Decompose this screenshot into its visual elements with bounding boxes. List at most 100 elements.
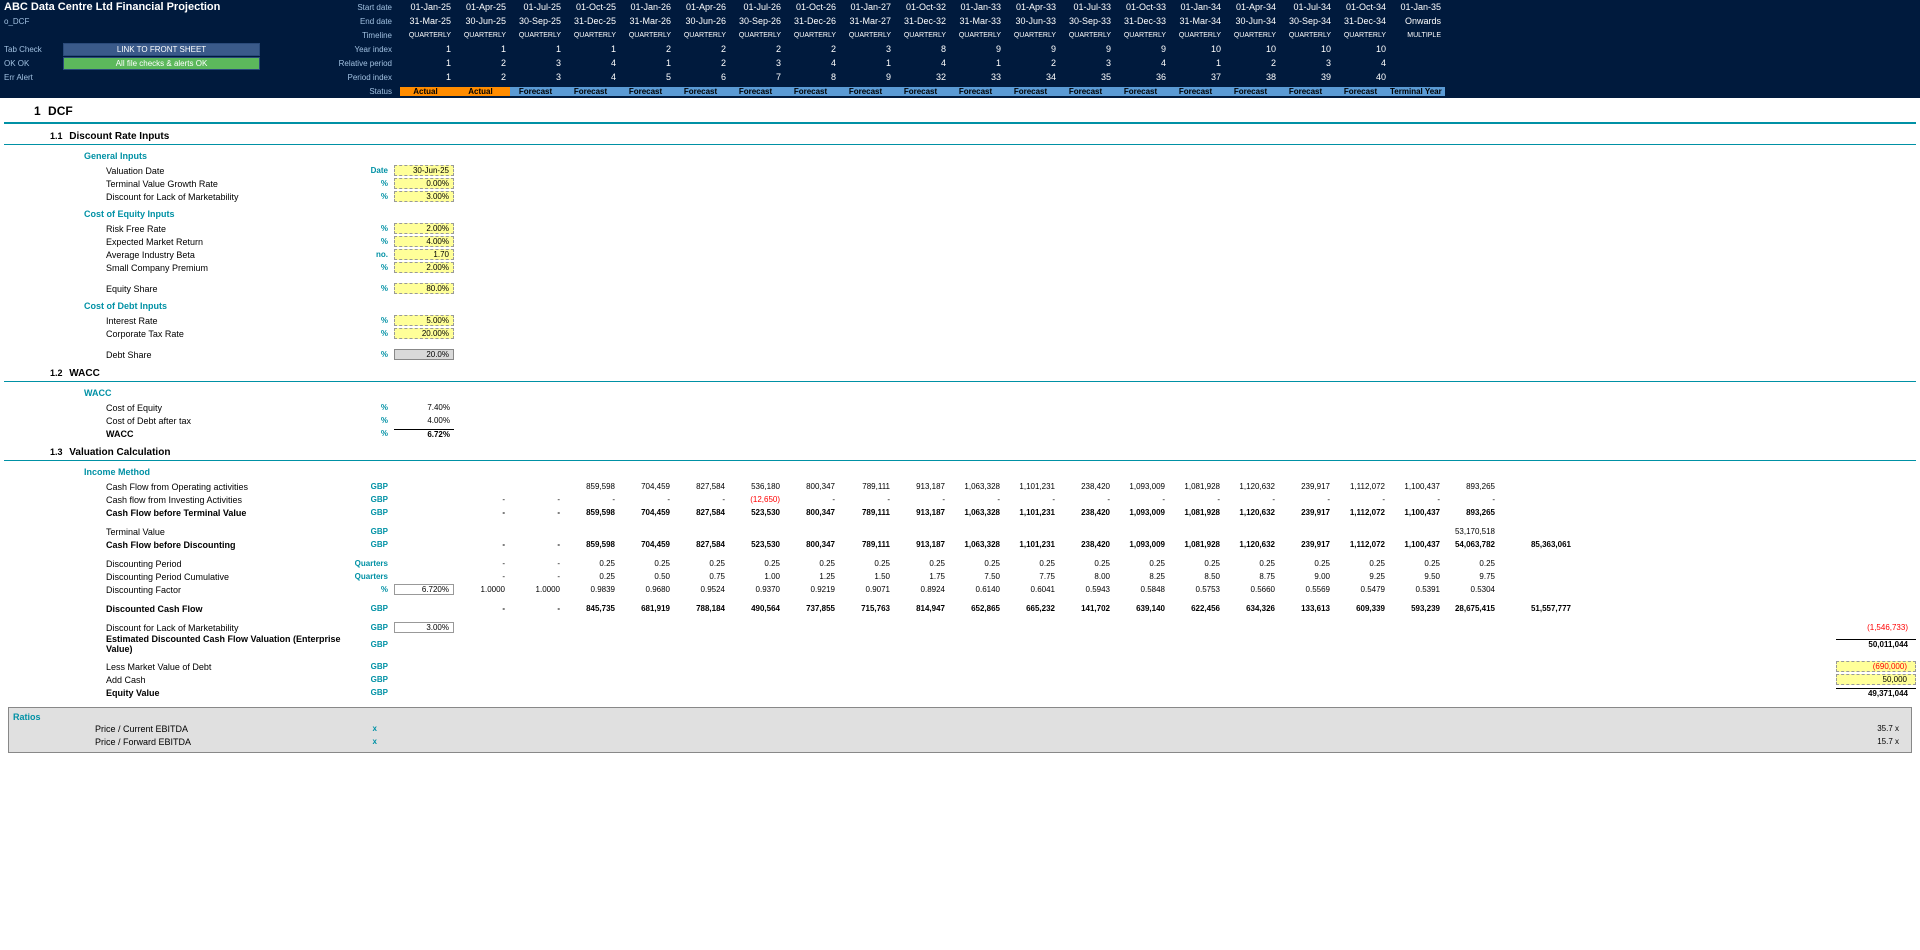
data-cell: 7.75 xyxy=(1004,572,1059,581)
data-cell: 893,265 xyxy=(1444,482,1499,491)
data-cell: 0.9680 xyxy=(619,585,674,594)
data-cell: 0.25 xyxy=(1169,559,1224,568)
data-cell: - xyxy=(894,495,949,504)
debt-share: 20.0% xyxy=(394,349,454,360)
data-cell: 1.0000 xyxy=(509,585,564,594)
data-cell: - xyxy=(1059,495,1114,504)
data-cell: 0.9370 xyxy=(729,585,784,594)
data-cell: - xyxy=(1224,495,1279,504)
data-cell: 0.25 xyxy=(1004,559,1059,568)
data-cell: 913,187 xyxy=(894,508,949,517)
data-cell: 536,180 xyxy=(729,482,784,491)
data-cell: - xyxy=(509,540,564,549)
section-wacc: 1.2 WACC xyxy=(4,367,1916,382)
section-dcf: 1 DCF xyxy=(4,102,1916,124)
data-cell: 893,265 xyxy=(1444,508,1499,517)
input-cell[interactable]: 20.00% xyxy=(394,328,454,339)
data-cell: 0.5479 xyxy=(1334,585,1389,594)
data-cell: 1,063,328 xyxy=(949,540,1004,549)
data-cell: 0.5569 xyxy=(1279,585,1334,594)
data-cell: 859,598 xyxy=(564,508,619,517)
data-cell: - xyxy=(509,572,564,581)
data-cell: - xyxy=(1114,495,1169,504)
data-cell: - xyxy=(509,495,564,504)
input-cell[interactable]: 0.00% xyxy=(394,178,454,189)
title: ABC Data Centre Ltd Financial Projection xyxy=(4,1,220,13)
equity-share[interactable]: 80.0% xyxy=(394,283,454,294)
data-cell: - xyxy=(509,508,564,517)
input-cell[interactable]: 3.00% xyxy=(394,191,454,202)
data-cell: 28,675,415 xyxy=(1444,604,1499,613)
data-cell: - xyxy=(1444,495,1499,504)
data-cell: 827,584 xyxy=(674,482,729,491)
data-cell: 1.50 xyxy=(839,572,894,581)
data-cell: 789,111 xyxy=(839,508,894,517)
data-cell: 634,326 xyxy=(1224,604,1279,613)
data-cell: 0.25 xyxy=(1059,559,1114,568)
data-cell: 0.5848 xyxy=(1114,585,1169,594)
data-cell: 704,459 xyxy=(619,540,674,549)
input-cell[interactable]: 1.70 xyxy=(394,249,454,260)
data-cell: 1,101,231 xyxy=(1004,482,1059,491)
data-cell: 0.25 xyxy=(1114,559,1169,568)
data-cell: 0.5660 xyxy=(1224,585,1279,594)
data-cell: - xyxy=(1279,495,1334,504)
input-cell[interactable]: 5.00% xyxy=(394,315,454,326)
input-cell[interactable]: 4.00% xyxy=(394,236,454,247)
data-cell: 238,420 xyxy=(1059,482,1114,491)
data-cell: 0.5391 xyxy=(1389,585,1444,594)
data-cell: 1,112,072 xyxy=(1334,540,1389,549)
data-cell: 1,112,072 xyxy=(1334,482,1389,491)
data-cell: 523,530 xyxy=(729,508,784,517)
data-cell: 1,093,009 xyxy=(1114,508,1169,517)
input-cell[interactable]: 2.00% xyxy=(394,223,454,234)
data-cell: 859,598 xyxy=(564,482,619,491)
data-cell: 9.50 xyxy=(1389,572,1444,581)
link-front-sheet[interactable]: LINK TO FRONT SHEET xyxy=(63,43,260,56)
data-cell: 523,530 xyxy=(729,540,784,549)
data-cell: 8.50 xyxy=(1169,572,1224,581)
data-cell: - xyxy=(1169,495,1224,504)
data-cell: 0.50 xyxy=(619,572,674,581)
data-cell: 0.25 xyxy=(949,559,1004,568)
data-cell: 1,112,072 xyxy=(1334,508,1389,517)
data-cell: 1,063,328 xyxy=(949,482,1004,491)
data-cell: 814,947 xyxy=(894,604,949,613)
section-discount-inputs: 1.1 Discount Rate Inputs xyxy=(4,130,1916,145)
data-cell: 0.8924 xyxy=(894,585,949,594)
data-cell: 827,584 xyxy=(674,508,729,517)
data-cell: 1,081,928 xyxy=(1169,508,1224,517)
data-cell: 9.75 xyxy=(1444,572,1499,581)
data-cell: 788,184 xyxy=(674,604,729,613)
data-cell: 238,420 xyxy=(1059,540,1114,549)
data-cell: - xyxy=(949,495,1004,504)
data-cell: - xyxy=(839,495,894,504)
data-cell: 0.25 xyxy=(674,559,729,568)
hdr-startdate-lbl: Start date xyxy=(260,3,400,12)
data-cell: 827,584 xyxy=(674,540,729,549)
data-cell: - xyxy=(784,495,839,504)
data-cell: 1,100,437 xyxy=(1389,482,1444,491)
data-cell: 1.25 xyxy=(784,572,839,581)
data-cell: 0.25 xyxy=(729,559,784,568)
data-cell: 0.25 xyxy=(1444,559,1499,568)
data-cell: - xyxy=(1004,495,1059,504)
data-cell: 1,081,928 xyxy=(1169,482,1224,491)
data-cell: 704,459 xyxy=(619,508,674,517)
data-cell: 0.6140 xyxy=(949,585,1004,594)
checks-status[interactable]: All file checks & alerts OK xyxy=(63,57,260,70)
data-cell: 0.9219 xyxy=(784,585,839,594)
data-cell: 0.25 xyxy=(1279,559,1334,568)
data-cell: 490,564 xyxy=(729,604,784,613)
data-cell: 0.6041 xyxy=(1004,585,1059,594)
data-cell: 1,063,328 xyxy=(949,508,1004,517)
data-cell: - xyxy=(454,540,509,549)
data-cell: 652,865 xyxy=(949,604,1004,613)
data-cell: 681,919 xyxy=(619,604,674,613)
data-cell: 1,100,437 xyxy=(1389,540,1444,549)
data-cell: 1,101,231 xyxy=(1004,508,1059,517)
data-cell: 609,339 xyxy=(1334,604,1389,613)
data-cell: 800,347 xyxy=(784,482,839,491)
input-cell[interactable]: 2.00% xyxy=(394,262,454,273)
input-cell[interactable]: 30-Jun-25 xyxy=(394,165,454,176)
